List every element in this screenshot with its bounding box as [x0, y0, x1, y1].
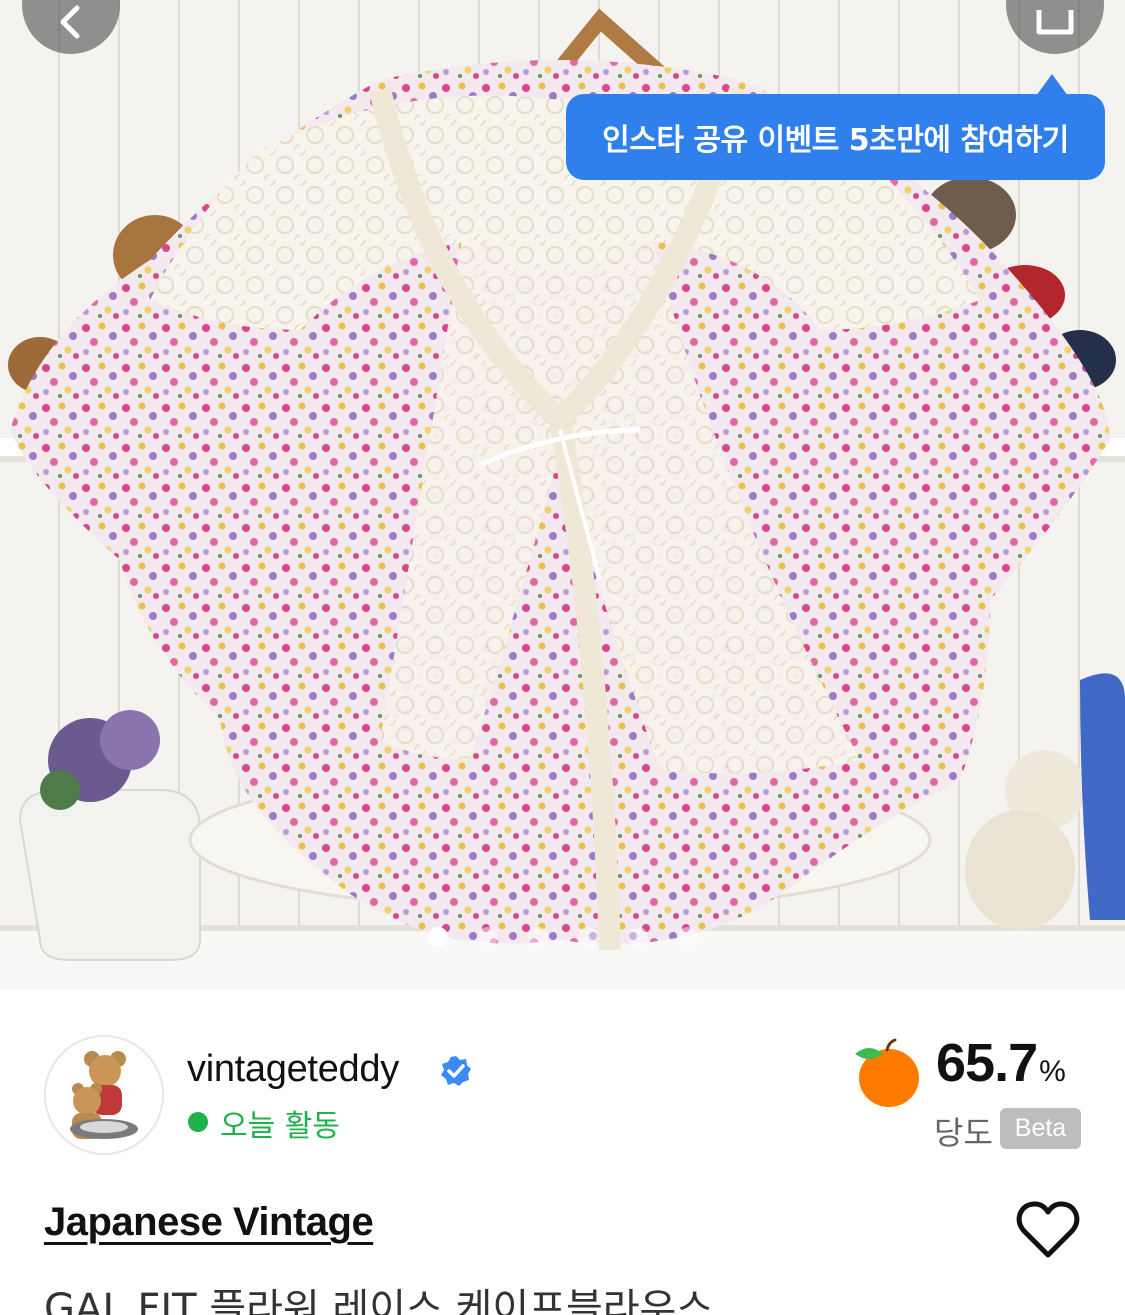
carousel-indicator — [428, 927, 698, 947]
sweetness-score-unit: % — [1039, 1055, 1066, 1088]
apple-icon — [855, 1038, 919, 1107]
chevron-left-icon — [60, 5, 80, 39]
share-icon — [1036, 10, 1074, 35]
carousel-dot[interactable] — [528, 927, 548, 947]
carousel-dot[interactable] — [678, 927, 698, 947]
seller-name[interactable]: vintageteddy — [187, 1048, 399, 1091]
seller-activity-status: 오늘 활동 — [220, 1109, 340, 1144]
insta-share-event-tooltip[interactable]: 인스타 공유 이벤트 5초만에 참여하기 — [566, 94, 1105, 180]
product-title: GAL FIT 플라워 레이스 케이프블라우스 — [44, 1286, 714, 1315]
carousel-dot[interactable] — [428, 927, 448, 947]
verified-badge-icon — [441, 1056, 471, 1086]
heart-icon[interactable] — [1016, 1200, 1080, 1260]
carousel-dot[interactable] — [478, 927, 498, 947]
seller-avatar[interactable] — [44, 1035, 164, 1155]
carousel-dot[interactable] — [578, 927, 598, 947]
brand-link[interactable]: Japanese Vintage — [44, 1200, 374, 1245]
carousel-dot[interactable] — [628, 927, 648, 947]
product-image-carousel[interactable]: 인스타 공유 이벤트 5초만에 참여하기 — [0, 0, 1125, 990]
beta-badge: Beta — [1000, 1108, 1081, 1149]
teddy-bear-avatar-image — [46, 1037, 162, 1153]
sweetness-score-value: 65.7 — [936, 1033, 1038, 1093]
tooltip-pointer — [1036, 74, 1068, 96]
sweetness-score: 65.7% — [936, 1032, 1066, 1094]
sweetness-label: 당도 — [934, 1114, 993, 1152]
online-status-dot — [188, 1112, 208, 1132]
